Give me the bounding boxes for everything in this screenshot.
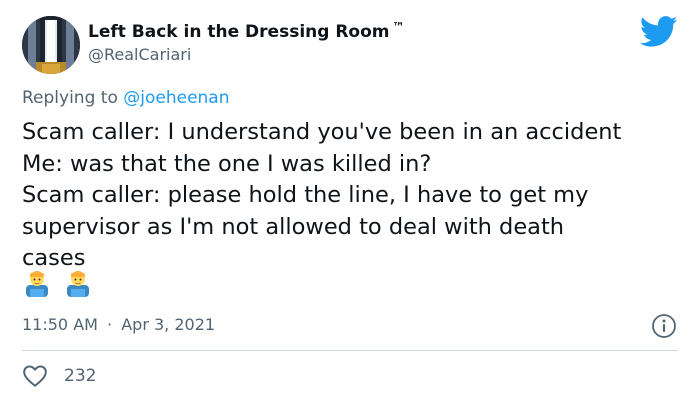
- tweet-line: Scam caller: I understand you've been in…: [22, 119, 622, 145]
- replying-to: Replying to @joeheenan: [22, 88, 230, 108]
- tweet-line: Scam caller: please hold the line, I hav…: [22, 182, 589, 208]
- tweet-date: Apr 3, 2021: [121, 315, 216, 334]
- twitter-bird-icon[interactable]: [640, 16, 678, 48]
- avatar[interactable]: [22, 16, 80, 74]
- trademark-symbol: ™: [392, 20, 405, 34]
- meta-separator: ·: [107, 315, 113, 334]
- reply-mention-link[interactable]: @joeheenan: [123, 88, 229, 108]
- tweet-line: Me: was that the one I was killed in?: [22, 150, 432, 177]
- tweet-time: 11:50 AM: [22, 315, 98, 334]
- replying-prefix: Replying to: [22, 88, 118, 108]
- man-technologist-emoji-icon: [67, 271, 90, 297]
- tweet-text: Scam caller: I understand you've been in…: [22, 117, 692, 275]
- user-handle[interactable]: @RealCariari: [88, 45, 191, 64]
- like-count: 232: [64, 366, 97, 386]
- divider: [22, 350, 678, 351]
- tweet-timestamp[interactable]: 11:50 AM · Apr 3, 2021: [22, 315, 215, 334]
- display-name[interactable]: Left Back in the Dressing Room ™: [88, 20, 405, 42]
- man-technologist-emoji-icon: [26, 271, 48, 297]
- display-name-text: Left Back in the Dressing Room: [88, 22, 390, 42]
- tweet-line: supervisor as I'm not allowed to deal wi…: [22, 213, 565, 240]
- avatar-image: [22, 16, 80, 74]
- tweet-line: cases: [22, 245, 86, 271]
- heart-icon: [23, 365, 47, 387]
- emoji-row: [22, 267, 99, 299]
- like-button[interactable]: 232: [22, 364, 96, 388]
- info-icon[interactable]: [651, 313, 677, 339]
